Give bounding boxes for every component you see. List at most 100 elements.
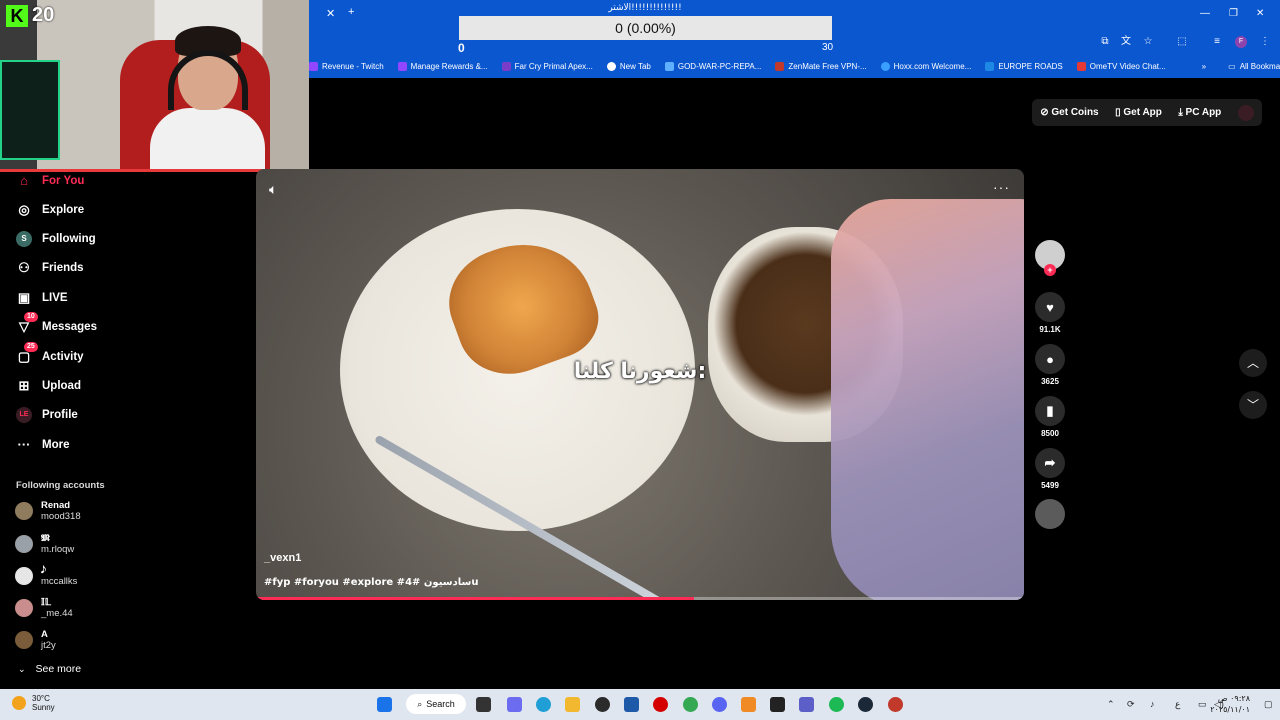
file-explorer-icon[interactable] bbox=[565, 697, 580, 712]
all-bookmarks[interactable]: ▭All Bookmarks bbox=[1228, 62, 1280, 71]
taskbar-clock[interactable]: ٠٩:٢٨ ص ٢٠٢٥/١١/٠١ bbox=[1210, 693, 1250, 715]
discord-icon[interactable] bbox=[712, 697, 727, 712]
avatar bbox=[15, 502, 33, 520]
task-view-icon[interactable] bbox=[476, 697, 491, 712]
microphone-icon[interactable]: ♪ bbox=[1150, 699, 1155, 709]
nav-label: Upload bbox=[42, 380, 81, 392]
tray-app-icon[interactable]: ⟳ bbox=[1127, 699, 1135, 710]
bookmark-icon: ▮ bbox=[1035, 396, 1065, 426]
restore-icon[interactable]: ❐ bbox=[1229, 8, 1238, 19]
get-coins-button[interactable]: ⊘ Get Coins bbox=[1040, 107, 1098, 118]
windows-start-icon[interactable] bbox=[377, 697, 392, 712]
bookmark-item[interactable]: Manage Rewards &... bbox=[397, 62, 488, 71]
volume-icon[interactable]: 🔈︎ bbox=[269, 181, 277, 198]
bookmark-item[interactable]: ZenMate Free VPN-... bbox=[775, 62, 867, 71]
language-icon[interactable]: ع bbox=[1175, 699, 1180, 710]
nav-live[interactable]: ▣ LIVE bbox=[16, 290, 68, 306]
nav-messages[interactable]: ▽ 10 Messages bbox=[16, 312, 97, 335]
chrome-icon[interactable] bbox=[683, 697, 698, 712]
account-item[interactable]: 𝕸m.rloqw bbox=[15, 533, 74, 555]
more-options-icon[interactable]: ··· bbox=[993, 179, 1010, 195]
network-icon[interactable]: ▭ bbox=[1198, 699, 1207, 710]
nav-for-you[interactable]: ⌂ For You bbox=[16, 173, 84, 189]
bookmark-label: GOD-WAR-PC-REPA... bbox=[677, 62, 762, 71]
video-author[interactable]: _vexn1 bbox=[264, 552, 301, 564]
star-icon[interactable]: ☆ bbox=[1142, 36, 1154, 48]
app-icon[interactable] bbox=[595, 697, 610, 712]
epic-games-icon[interactable] bbox=[770, 697, 785, 712]
sound-disc-button[interactable] bbox=[1034, 499, 1066, 532]
close-tab-icon[interactable]: ✕ bbox=[326, 7, 335, 20]
account-item[interactable]: 𝅘𝅥𝅮 mccallks bbox=[15, 565, 77, 587]
comment-button[interactable]: ● 3625 bbox=[1034, 344, 1066, 386]
bookmark-label: Far Cry Primal Apex... bbox=[514, 62, 593, 71]
steam-icon[interactable] bbox=[858, 697, 873, 712]
next-video-button[interactable]: ﹀ bbox=[1239, 391, 1267, 419]
profile-avatar-icon[interactable]: F bbox=[1235, 36, 1247, 48]
nav-activity[interactable]: ▢ 25 Activity bbox=[16, 342, 84, 365]
bookmark-item[interactable]: Far Cry Primal Apex... bbox=[501, 62, 593, 71]
save-button[interactable]: ▮ 8500 bbox=[1034, 396, 1066, 438]
nav-following[interactable]: S Following bbox=[16, 231, 96, 247]
phone-icon: ▯ bbox=[1115, 107, 1121, 118]
minimize-icon[interactable]: — bbox=[1200, 8, 1210, 19]
account-item[interactable]: 𝕀𝕃 _me.44 bbox=[15, 597, 73, 619]
bookmark-item[interactable]: GOD-WAR-PC-REPA... bbox=[664, 62, 762, 71]
extensions-icon[interactable]: ⬚ bbox=[1176, 36, 1188, 48]
nav-friends[interactable]: ⚇ Friends bbox=[16, 260, 83, 276]
account-name: Renad bbox=[41, 500, 71, 511]
bookmark-label: Hoxx.com Welcome... bbox=[893, 62, 972, 71]
teams-icon[interactable] bbox=[799, 697, 814, 712]
windows-taskbar: 30°C Sunny ⌕ Search ⌃ ⟳ ♪ ع ▭ ◁) ٠٩:٢٨ ص ٢… bbox=[0, 689, 1280, 720]
webcam-feed: K 20 bbox=[0, 0, 309, 172]
like-count: 91.1K bbox=[1039, 325, 1061, 334]
like-button[interactable]: ♥ 91.1K bbox=[1034, 292, 1066, 334]
bookmark-item[interactable]: EUROPE ROADS bbox=[985, 62, 1063, 71]
get-coins-label: Get Coins bbox=[1051, 107, 1099, 118]
nav-upload[interactable]: ⊞ Upload bbox=[16, 378, 81, 394]
follow-plus-icon[interactable]: + bbox=[1044, 264, 1056, 276]
share-button[interactable]: ➦ 5499 bbox=[1034, 448, 1066, 490]
account-item[interactable]: Renad mood318 bbox=[15, 500, 81, 522]
install-icon[interactable]: ⧉ bbox=[1099, 36, 1111, 48]
get-app-button[interactable]: ▯ Get App bbox=[1115, 107, 1162, 118]
new-tab-icon[interactable]: + bbox=[348, 6, 354, 18]
bookmark-item[interactable]: OmeTV Video Chat... bbox=[1076, 62, 1166, 71]
nav-profile[interactable]: LE Profile bbox=[16, 407, 78, 423]
clock-date: ٢٠٢٥/١١/٠١ bbox=[1210, 705, 1250, 714]
opera-icon[interactable] bbox=[653, 697, 668, 712]
store-icon[interactable] bbox=[624, 697, 639, 712]
pc-app-button[interactable]: ⤓ PC App bbox=[1178, 107, 1221, 118]
video-progress-track[interactable] bbox=[256, 597, 1024, 600]
edge-icon[interactable] bbox=[536, 697, 551, 712]
video-player[interactable]: شعورنا كلنا: _vexn1 #fyp #foryou #explor… bbox=[256, 169, 1024, 600]
media-icon[interactable]: ≡ bbox=[1211, 36, 1223, 48]
clock-time: ٠٩:٢٨ ص bbox=[1217, 694, 1250, 703]
see-more-button[interactable]: ⌄ See more bbox=[18, 663, 81, 675]
nav-explore[interactable]: ◎ Explore bbox=[16, 202, 84, 218]
translate-icon[interactable]: 文 bbox=[1120, 36, 1132, 48]
more-icon: ··· bbox=[17, 437, 31, 452]
video-hashtags[interactable]: #fyp #foryou #explore #سادسيون #4u bbox=[264, 577, 478, 588]
creator-avatar-button[interactable]: + bbox=[1034, 240, 1066, 276]
notification-icon[interactable]: ▢ bbox=[1264, 699, 1273, 710]
app-icon[interactable] bbox=[741, 697, 756, 712]
weather-widget[interactable]: 30°C Sunny bbox=[12, 694, 55, 712]
home-icon: ⌂ bbox=[20, 173, 28, 188]
window-close-icon[interactable]: ✕ bbox=[1256, 8, 1264, 19]
account-item[interactable]: Ajt2y bbox=[15, 629, 56, 651]
nav-label: Explore bbox=[42, 204, 85, 216]
bookmark-item[interactable]: New Tab bbox=[606, 62, 651, 71]
spotify-icon[interactable] bbox=[829, 697, 844, 712]
nav-more[interactable]: ··· More bbox=[16, 437, 70, 453]
bookmark-item[interactable]: Revenue - Twitch bbox=[309, 62, 384, 71]
kebab-menu-icon[interactable]: ⋮ bbox=[1259, 36, 1271, 48]
user-avatar[interactable] bbox=[1237, 104, 1254, 121]
bookmark-item[interactable]: Hoxx.com Welcome... bbox=[880, 62, 972, 71]
tray-overflow-icon[interactable]: ⌃ bbox=[1107, 699, 1115, 710]
app-icon[interactable] bbox=[888, 697, 903, 712]
bookmarks-overflow-icon[interactable]: » bbox=[1202, 62, 1206, 71]
copilot-icon[interactable] bbox=[507, 697, 522, 712]
previous-video-button[interactable]: ︿ bbox=[1239, 349, 1267, 377]
taskbar-search[interactable]: ⌕ Search bbox=[406, 694, 466, 714]
